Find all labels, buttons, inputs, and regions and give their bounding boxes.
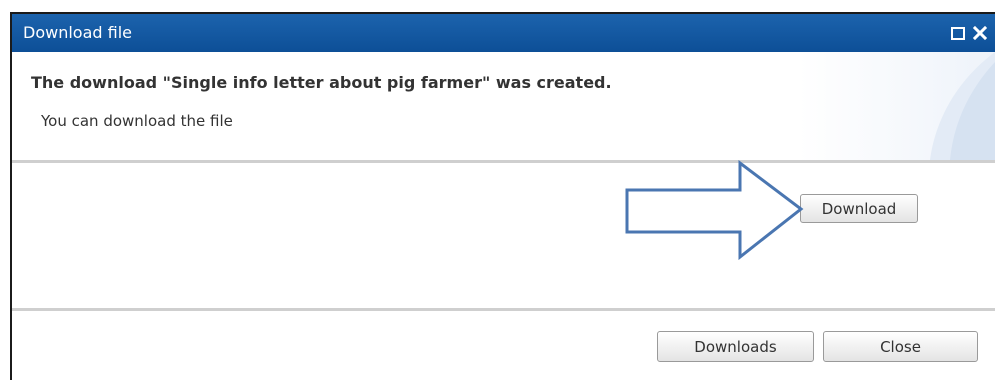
divider-top	[12, 160, 995, 163]
decorative-swoosh	[930, 52, 995, 160]
maximize-icon[interactable]	[951, 26, 965, 40]
message-area: The download "Single info letter about p…	[12, 52, 995, 160]
screenshot-frame: Download file The download "Single info …	[0, 0, 995, 380]
download-file-dialog: Download file The download "Single info …	[10, 14, 995, 380]
arrow-annotation-icon	[625, 160, 804, 260]
download-button[interactable]: Download	[800, 194, 918, 223]
divider-bottom	[12, 308, 995, 311]
window-controls	[951, 22, 987, 44]
close-icon[interactable]	[973, 26, 987, 40]
close-button[interactable]: Close	[823, 331, 978, 362]
background-strip	[0, 0, 995, 14]
dialog-titlebar[interactable]: Download file	[12, 14, 995, 52]
download-created-heading: The download "Single info letter about p…	[31, 73, 612, 92]
download-instruction-text: You can download the file	[41, 112, 233, 130]
dialog-title: Download file	[23, 23, 132, 42]
downloads-button[interactable]: Downloads	[657, 331, 814, 362]
